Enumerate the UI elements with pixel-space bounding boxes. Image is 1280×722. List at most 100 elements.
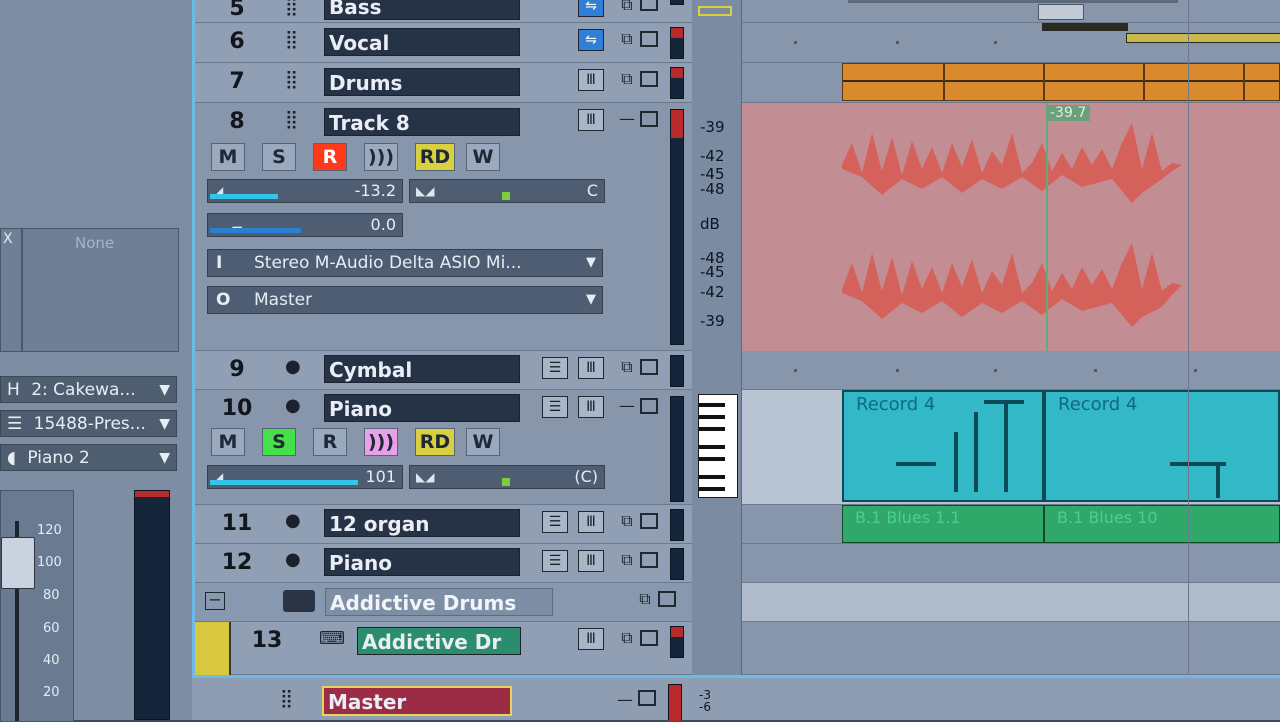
- track-row-expanded[interactable]: 8 ⣿ Track 8 Ⅲ — M S R ))) RD W ◢ -13.2 ◣…: [195, 103, 692, 351]
- input-echo-icon[interactable]: ⇋: [578, 0, 604, 17]
- write-automation-button[interactable]: W: [466, 143, 500, 171]
- restore-icon[interactable]: ⧉: [614, 628, 640, 650]
- solo-button[interactable]: S: [262, 143, 296, 171]
- read-automation-button[interactable]: RD: [415, 143, 455, 171]
- midi-clip[interactable]: Record 4: [842, 390, 1044, 502]
- track-row[interactable]: 12 ● Piano ☰ Ⅲ ⧉: [195, 544, 692, 583]
- track-meter: [670, 548, 684, 580]
- input-echo-button[interactable]: ))): [364, 428, 398, 456]
- restore-icon[interactable]: ⧉: [614, 511, 640, 533]
- volume-fader-handle[interactable]: [1, 537, 35, 589]
- record-arm-button[interactable]: R: [313, 428, 347, 456]
- maximize-icon[interactable]: [640, 71, 658, 87]
- clip-indicator: [671, 627, 683, 637]
- restore-icon[interactable]: ⧉: [614, 0, 640, 17]
- restore-icon[interactable]: ⧉: [614, 69, 640, 91]
- strip-view-icon[interactable]: Ⅲ: [578, 69, 604, 91]
- inspector-level-meter: [134, 490, 170, 720]
- track-row[interactable]: 11 ● 12 organ ☰ Ⅲ ⧉: [195, 505, 692, 544]
- midi-clip[interactable]: B.1 Blues 10: [1044, 505, 1280, 543]
- maximize-icon[interactable]: [640, 398, 658, 414]
- output-selector[interactable]: O Master ▼: [207, 286, 603, 314]
- track-row[interactable]: 6 ⣿ Vocal ⇋ ⧉: [195, 23, 692, 63]
- folder-name[interactable]: Addictive Drums: [325, 588, 553, 616]
- maximize-icon[interactable]: [640, 0, 658, 11]
- bus-icon: ⣿: [280, 688, 294, 709]
- restore-icon[interactable]: ⧉: [614, 550, 640, 572]
- strip-view-icon[interactable]: Ⅲ: [578, 396, 604, 418]
- track-name[interactable]: Drums: [324, 68, 520, 96]
- minimize-icon[interactable]: —: [614, 109, 640, 131]
- pan-slider[interactable]: ◣◢ (C): [409, 465, 605, 489]
- bank-dropdown[interactable]: ☰ 15488-Pres... ▼: [0, 410, 177, 437]
- volume-slider[interactable]: ◢ -13.2: [207, 179, 403, 203]
- maximize-icon[interactable]: [640, 359, 658, 375]
- piano-keyboard[interactable]: [698, 394, 738, 498]
- plugin-slot[interactable]: None: [22, 228, 179, 352]
- track-name[interactable]: Track 8: [324, 108, 520, 136]
- piano-roll-icon[interactable]: ☰: [542, 550, 568, 572]
- maximize-icon[interactable]: [638, 690, 656, 706]
- mute-button[interactable]: M: [211, 428, 245, 456]
- volume-slider[interactable]: ◢ 101: [207, 465, 403, 489]
- maximize-icon[interactable]: [640, 630, 658, 646]
- restore-icon[interactable]: ⧉: [614, 357, 640, 379]
- clip-lane: [742, 622, 1280, 675]
- track-number: 6: [229, 29, 245, 54]
- track-name[interactable]: Cymbal: [324, 355, 520, 383]
- restore-icon[interactable]: ⧉: [632, 589, 658, 611]
- waveform: [842, 123, 1182, 327]
- master-db-label: -6: [699, 700, 711, 714]
- track-name[interactable]: Vocal: [324, 28, 520, 56]
- record-arm-button[interactable]: R: [313, 143, 347, 171]
- track-folder-row[interactable]: − Addictive Drums ⧉: [195, 583, 692, 622]
- piano-roll-icon[interactable]: ☰: [542, 511, 568, 533]
- track-row[interactable]: 9 ● Cymbal ☰ Ⅲ ⧉: [195, 351, 692, 390]
- maximize-icon[interactable]: [640, 31, 658, 47]
- fader-scale-label: 120: [37, 523, 62, 538]
- maximize-icon[interactable]: [640, 111, 658, 127]
- maximize-icon[interactable]: [658, 591, 676, 607]
- mute-button[interactable]: M: [211, 143, 245, 171]
- strip-view-icon[interactable]: Ⅲ: [578, 550, 604, 572]
- strip-view-icon[interactable]: Ⅲ: [578, 357, 604, 379]
- drum-clip[interactable]: [842, 63, 1280, 101]
- piano-roll-icon[interactable]: ☰: [542, 396, 568, 418]
- input-echo-button[interactable]: ))): [364, 143, 398, 171]
- maximize-icon[interactable]: [640, 552, 658, 568]
- minimize-icon[interactable]: —: [612, 690, 638, 712]
- input-selector[interactable]: I Stereo M-Audio Delta ASIO Mi... ▼: [207, 249, 603, 277]
- input-port-dropdown[interactable]: H 2: Cakewa... ▼: [0, 376, 177, 403]
- track-name[interactable]: Piano: [324, 548, 520, 576]
- fader-scale-label: 20: [43, 685, 60, 700]
- maximize-icon[interactable]: [640, 513, 658, 529]
- input-echo-icon[interactable]: ⇋: [578, 29, 604, 51]
- restore-icon[interactable]: ⧉: [614, 29, 640, 51]
- track-row[interactable]: 7 ⣿ Drums Ⅲ ⧉: [195, 63, 692, 103]
- strip-view-icon[interactable]: Ⅲ: [578, 109, 604, 131]
- track-name[interactable]: Bass: [324, 0, 520, 20]
- plugin-slot-label: None: [75, 234, 115, 252]
- write-automation-button[interactable]: W: [466, 428, 500, 456]
- strip-view-icon[interactable]: Ⅲ: [578, 511, 604, 533]
- piano-roll-icon[interactable]: ☰: [542, 357, 568, 379]
- track-name[interactable]: Piano: [324, 394, 520, 422]
- master-bus-name[interactable]: Master: [322, 686, 512, 716]
- track-row[interactable]: 13 ⌨ Addictive Dr Ⅲ ⧉: [195, 622, 692, 675]
- track-name[interactable]: 12 organ: [324, 509, 520, 537]
- track-name[interactable]: Addictive Dr: [357, 627, 521, 655]
- clip-lane: B.1 Blues 1.1 B.1 Blues 10: [742, 505, 1280, 544]
- chevron-down-icon: ▼: [586, 292, 596, 307]
- read-automation-button[interactable]: RD: [415, 428, 455, 456]
- midi-clip[interactable]: B.1 Blues 1.1: [842, 505, 1044, 543]
- trim-slider[interactable]: ▁▂▃ 0.0: [207, 213, 403, 237]
- track-row-expanded[interactable]: 10 ● Piano ☰ Ⅲ — M S R ))) RD W ◢ 101 ◣◢…: [195, 390, 692, 505]
- collapse-folder-icon[interactable]: −: [205, 592, 225, 610]
- patch-dropdown[interactable]: ◖ Piano 2 ▼: [0, 444, 177, 471]
- minimize-icon[interactable]: —: [614, 396, 640, 418]
- midi-clip[interactable]: Record 4: [1044, 390, 1280, 502]
- solo-button[interactable]: S: [262, 428, 296, 456]
- strip-view-icon[interactable]: Ⅲ: [578, 628, 604, 650]
- pan-slider[interactable]: ◣◢ C: [409, 179, 605, 203]
- track-row[interactable]: 5 ⣿ Bass ⇋ ⧉: [195, 0, 692, 23]
